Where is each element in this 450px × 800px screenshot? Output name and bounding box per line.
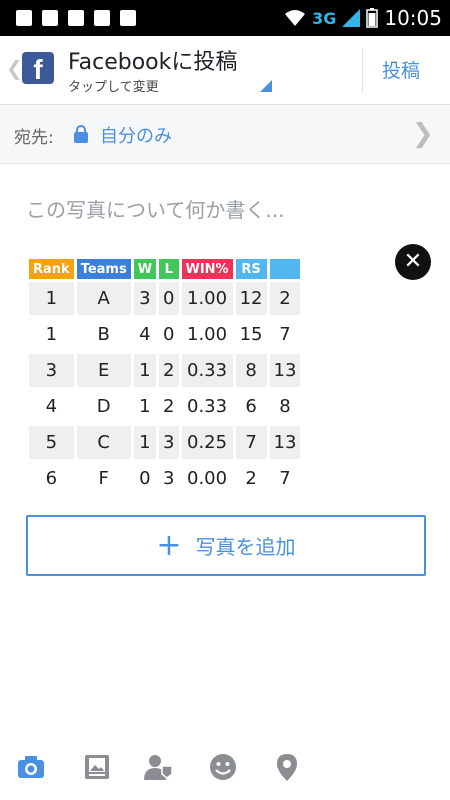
attached-photo: Rank Teams W L WIN% RS 1 A 3 0 1.00 12 2 1 B 4 0 1.00 15 7…	[26, 256, 303, 498]
audience-selector[interactable]: 宛先: 自分のみ ❯	[0, 105, 450, 164]
barcode-icon	[68, 10, 84, 26]
dropdown-indicator-icon	[260, 80, 272, 92]
table-cell-runs-allowed: 7	[279, 468, 291, 489]
bottom-toolbar	[0, 742, 450, 800]
table-header-wins: W	[133, 259, 157, 279]
remove-photo-button[interactable]: ✕	[395, 244, 431, 280]
table-cell-runs-allowed: 13	[269, 426, 301, 459]
table-header-win-pct: WIN%	[181, 259, 233, 279]
post-header: ❮ f Facebookに投稿 タップして変更 投稿	[0, 36, 450, 105]
back-chevron-icon[interactable]: ❮	[6, 56, 23, 80]
table-row: 1 B 4 0 1.00 15 7	[29, 318, 300, 351]
post-text-input[interactable]: この写真について何か書く...	[26, 194, 284, 223]
table-cell-runs-allowed: 8	[279, 396, 291, 417]
table-header-runs-scored: RS	[235, 259, 267, 279]
table-cell-rank: 5	[29, 426, 74, 459]
chevron-right-icon[interactable]: ❯	[412, 119, 434, 149]
table-cell-runs-scored: 8	[235, 354, 267, 387]
table-cell-team: F	[98, 468, 109, 489]
table-cell-losses: 3	[163, 468, 175, 489]
photo-album-icon[interactable]	[82, 752, 112, 782]
table-cell-wins: 3	[133, 282, 157, 315]
table-cell-rank: 4	[45, 396, 58, 417]
briefcase-check-icon	[120, 10, 136, 26]
table-cell-rank: 1	[45, 324, 58, 345]
table-row: 6 F 0 3 0.00 2 7	[29, 462, 300, 495]
plus-icon: +	[156, 527, 182, 563]
table-cell-rank: 3	[29, 354, 74, 387]
camera-icon[interactable]	[16, 752, 46, 782]
table-cell-win-pct: 1.00	[187, 324, 228, 345]
table-cell-runs-scored: 7	[235, 426, 267, 459]
briefcase-icon	[94, 10, 110, 26]
table-cell-team: D	[96, 396, 111, 417]
table-cell-team: E	[76, 354, 131, 387]
audience-value: 自分のみ	[100, 126, 172, 147]
facebook-logo[interactable]: f	[22, 52, 54, 85]
table-cell-wins: 4	[139, 324, 151, 345]
facebook-notification-icon	[16, 10, 32, 26]
table-row: 5 C 1 3 0.25 7 13	[29, 426, 301, 459]
table-cell-rank: 6	[45, 468, 58, 489]
header-subtitle[interactable]: タップして変更	[68, 76, 159, 95]
battery-icon	[366, 8, 379, 28]
header-title[interactable]: Facebookに投稿	[68, 44, 237, 76]
table-cell-runs-scored: 12	[235, 282, 267, 315]
notification-icons	[16, 10, 136, 26]
add-photo-label: 写真を追加	[195, 535, 296, 559]
table-header-losses: L	[159, 259, 179, 279]
table-header-team: Teams	[76, 259, 131, 279]
table-row: 1 A 3 0 1.00 12 2	[29, 282, 301, 315]
lock-icon	[74, 125, 88, 143]
status-bar: 3G 10:05	[0, 0, 450, 36]
table-cell-wins: 0	[139, 468, 151, 489]
add-photo-button[interactable]: + 写真を追加	[26, 515, 426, 576]
table-cell-team: B	[97, 324, 110, 345]
table-cell-runs-allowed: 7	[279, 324, 291, 345]
emoji-icon[interactable]	[208, 752, 238, 782]
table-body: 1 A 3 0 1.00 12 2 1 B 4 0 1.00 15 7 3 E 1 2 0.33 8 13 4 D 1 2 0.3…	[29, 282, 301, 495]
header-divider	[362, 48, 363, 92]
table-cell-losses: 3	[159, 426, 179, 459]
table-cell-win-pct: 1.00	[181, 282, 233, 315]
table-header-row: Rank Teams W L WIN% RS	[29, 259, 301, 279]
table-cell-wins: 1	[133, 426, 157, 459]
table-row: 3 E 1 2 0.33 8 13	[29, 354, 301, 387]
standings-table: Rank Teams W L WIN% RS 1 A 3 0 1.00 12 2 1 B 4 0 1.00 15 7…	[26, 256, 303, 498]
table-cell-runs-scored: 6	[245, 396, 257, 417]
table-cell-team: A	[76, 282, 131, 315]
table-cell-rank: 1	[29, 282, 74, 315]
wifi-icon	[285, 10, 306, 26]
table-cell-win-pct: 0.33	[181, 354, 233, 387]
table-cell-wins: 1	[133, 354, 157, 387]
usb-icon	[42, 10, 58, 26]
signal-icon	[342, 9, 361, 27]
tag-person-icon[interactable]	[143, 752, 173, 782]
table-header-rank: Rank	[29, 259, 74, 279]
audience-label: 宛先:	[14, 128, 54, 148]
table-cell-win-pct: 0.33	[187, 396, 228, 417]
table-cell-losses: 2	[159, 354, 179, 387]
post-button[interactable]: 投稿	[382, 56, 420, 83]
table-cell-runs-scored: 2	[245, 468, 257, 489]
table-cell-runs-scored: 15	[239, 324, 263, 345]
table-row: 4 D 1 2 0.33 6 8	[29, 390, 300, 423]
clock: 10:05	[384, 6, 442, 30]
location-pin-icon[interactable]	[272, 752, 302, 782]
table-cell-runs-allowed: 2	[269, 282, 301, 315]
network-type: 3G	[312, 8, 337, 28]
table-header-runs-allowed	[269, 259, 301, 279]
table-cell-wins: 1	[139, 396, 151, 417]
table-cell-runs-allowed: 13	[269, 354, 301, 387]
table-cell-win-pct: 0.25	[181, 426, 233, 459]
system-icons: 3G 10:05	[284, 6, 442, 30]
table-cell-team: C	[76, 426, 131, 459]
table-cell-win-pct: 0.00	[187, 468, 228, 489]
table-cell-losses: 2	[163, 396, 175, 417]
table-cell-losses: 0	[163, 324, 175, 345]
table-cell-losses: 0	[159, 282, 179, 315]
